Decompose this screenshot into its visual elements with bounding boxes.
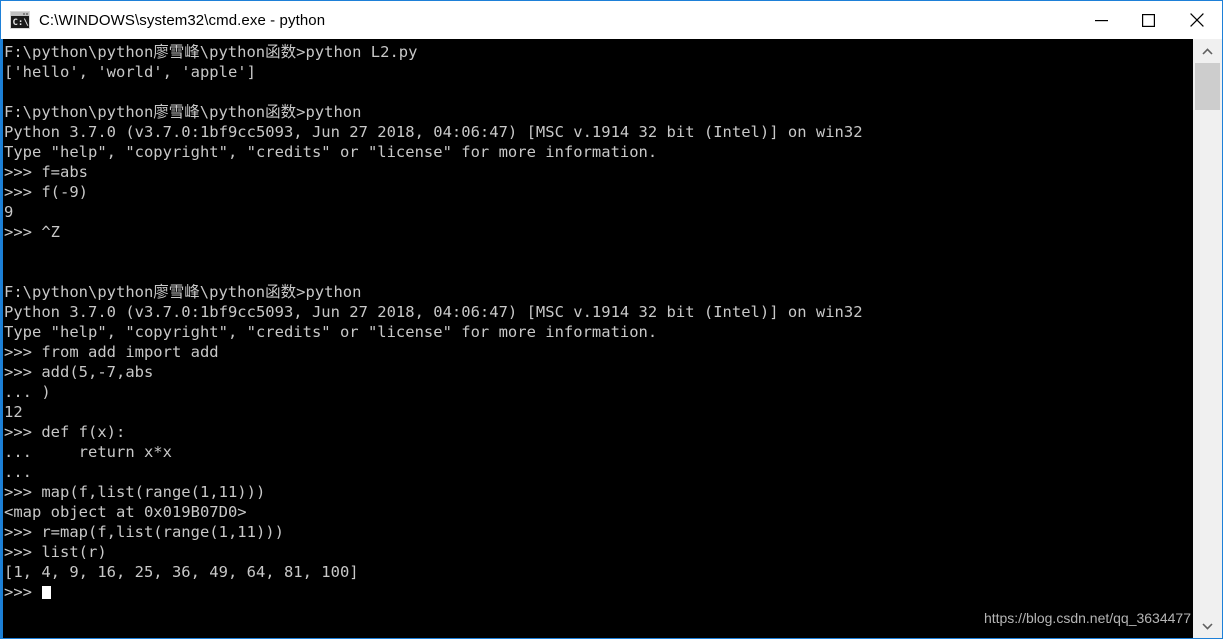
console-line: F:\python\python廖雪峰\python函数>python bbox=[4, 103, 362, 121]
minimize-button[interactable] bbox=[1078, 0, 1125, 40]
cmd-window: C:\ C:\WINDOWS\system32\cmd.exe - python bbox=[0, 0, 1223, 639]
vertical-scrollbar[interactable] bbox=[1193, 39, 1222, 638]
console-line: [1, 4, 9, 16, 25, 36, 49, 64, 81, 100] bbox=[4, 563, 359, 581]
maximize-button[interactable] bbox=[1125, 0, 1172, 40]
window-controls bbox=[1078, 0, 1222, 40]
console-line: >>> bbox=[4, 582, 1193, 602]
console-line: 9 bbox=[4, 203, 14, 221]
close-icon bbox=[1190, 13, 1204, 27]
console-line: >>> def f(x): bbox=[4, 423, 126, 441]
console-line: ... ) bbox=[4, 383, 51, 401]
cmd-console-icon: C:\ bbox=[10, 11, 30, 29]
console-line: >>> f(-9) bbox=[4, 183, 88, 201]
console-line: >>> from add import add bbox=[4, 343, 219, 361]
title-bar[interactable]: C:\ C:\WINDOWS\system32\cmd.exe - python bbox=[1, 0, 1222, 40]
console-line: Python 3.7.0 (v3.7.0:1bf9cc5093, Jun 27 … bbox=[4, 123, 863, 141]
console-line: <map object at 0x019B07D0> bbox=[4, 503, 247, 521]
console-line: >>> f=abs bbox=[4, 163, 88, 181]
chevron-down-icon bbox=[1202, 622, 1213, 630]
console-line: Type "help", "copyright", "credits" or "… bbox=[4, 143, 658, 161]
window-title: C:\WINDOWS\system32\cmd.exe - python bbox=[39, 11, 326, 29]
scroll-up-button[interactable] bbox=[1193, 39, 1222, 63]
minimize-icon bbox=[1095, 19, 1108, 21]
console-line: >>> list(r) bbox=[4, 543, 107, 561]
text-cursor bbox=[42, 586, 52, 599]
chevron-up-icon bbox=[1202, 47, 1213, 55]
title-bar-left: C:\ C:\WINDOWS\system32\cmd.exe - python bbox=[1, 11, 1078, 29]
maximize-icon bbox=[1142, 13, 1155, 27]
scroll-down-button[interactable] bbox=[1193, 614, 1222, 638]
console-line: ... return x*x bbox=[4, 443, 172, 461]
close-button[interactable] bbox=[1172, 0, 1222, 40]
console-output[interactable]: F:\python\python廖雪峰\python函数>python L2.p… bbox=[3, 39, 1193, 638]
scrollbar-track[interactable] bbox=[1193, 63, 1222, 614]
console-line: >>> r=map(f,list(range(1,11))) bbox=[4, 523, 284, 541]
console-line: >>> ^Z bbox=[4, 223, 60, 241]
console-line: Python 3.7.0 (v3.7.0:1bf9cc5093, Jun 27 … bbox=[4, 303, 863, 321]
scrollbar-thumb[interactable] bbox=[1195, 63, 1220, 110]
svg-text:C:\: C:\ bbox=[13, 18, 29, 28]
console-line: Type "help", "copyright", "credits" or "… bbox=[4, 323, 658, 341]
console-line: ['hello', 'world', 'apple'] bbox=[4, 63, 256, 81]
console-line: >>> add(5,-7,abs bbox=[4, 363, 154, 381]
console-line: ... bbox=[4, 463, 32, 481]
console-line: F:\python\python廖雪峰\python函数>python bbox=[4, 283, 362, 301]
console-area[interactable]: F:\python\python廖雪峰\python函数>python L2.p… bbox=[1, 39, 1222, 638]
console-line: >>> map(f,list(range(1,11))) bbox=[4, 483, 266, 501]
console-line: 12 bbox=[4, 403, 23, 421]
console-line: F:\python\python廖雪峰\python函数>python L2.p… bbox=[4, 43, 418, 61]
